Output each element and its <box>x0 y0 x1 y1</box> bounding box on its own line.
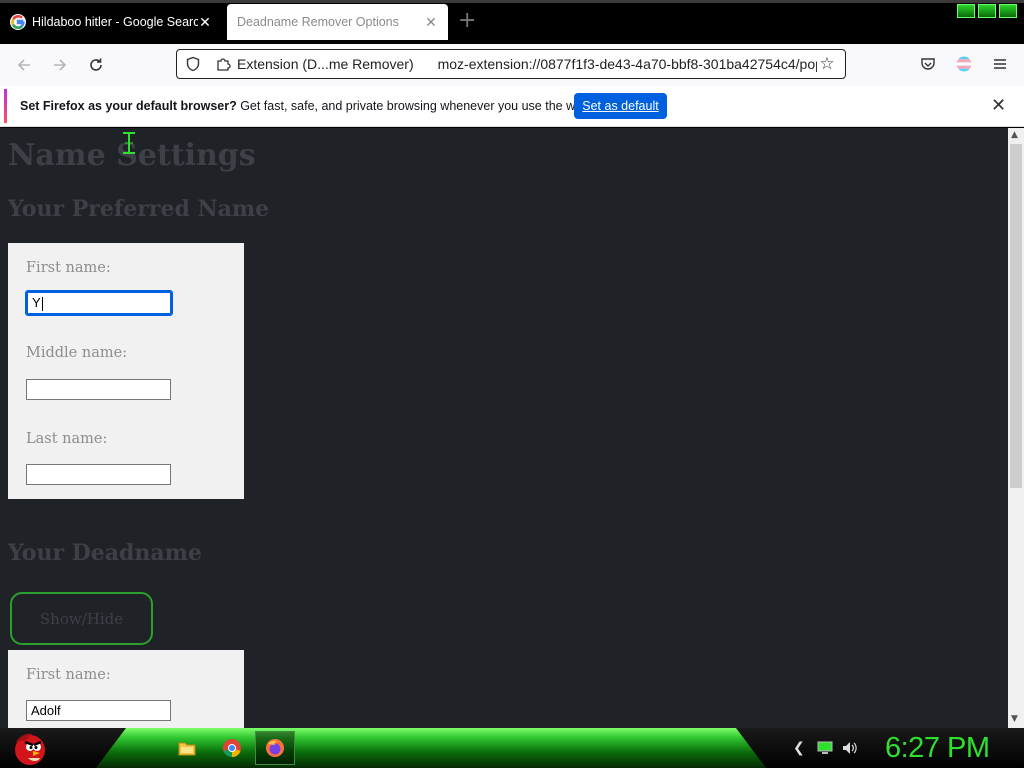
tab-google-search[interactable]: Hildaboo hitler - Google Search ✕ <box>0 4 222 40</box>
close-tab-icon[interactable]: ✕ <box>424 14 438 31</box>
forward-arrow-icon <box>54 59 67 71</box>
account-avatar-icon[interactable] <box>954 54 974 74</box>
page-scrollbar[interactable]: ▲ ▼ <box>1008 128 1024 728</box>
deadname-panel: First name: Adolf <box>8 650 244 728</box>
notification-bold-text: Set Firefox as your default browser? <box>20 99 237 113</box>
tracking-protection-shield-icon[interactable] <box>185 56 201 72</box>
preferred-last-name-label: Last name: <box>26 431 108 447</box>
back-arrow-icon <box>17 59 30 71</box>
show-hide-deadname-button[interactable]: Show/Hide <box>10 592 153 645</box>
preferred-first-name-value: Y <box>32 295 41 310</box>
taskbar-clock[interactable]: 6:27 PM <box>885 732 990 765</box>
preferred-middle-name-label: Middle name: <box>26 345 128 361</box>
text-cursor-icon <box>123 132 135 154</box>
preferred-middle-name-input[interactable] <box>26 379 171 400</box>
extension-identity-chip[interactable]: Extension (D...me Remover) <box>215 56 414 72</box>
tab-title: Hildaboo hitler - Google Search <box>32 15 198 29</box>
window-controls <box>957 4 1017 18</box>
scrollbar-thumb[interactable] <box>1010 144 1022 488</box>
extension-identity-label: Extension (D...me Remover) <box>237 56 414 72</box>
close-tab-icon[interactable]: ✕ <box>198 14 212 31</box>
preferred-name-panel: First name: Y Middle name: Last name: <box>8 243 244 499</box>
notification-message: Set Firefox as your default browser? Get… <box>20 99 592 113</box>
back-button[interactable] <box>13 54 35 76</box>
puzzle-piece-icon <box>217 58 231 71</box>
navigation-toolbar: Extension (D...me Remover) moz-extension… <box>0 44 1024 86</box>
hamburger-menu-icon[interactable] <box>990 54 1010 74</box>
reload-button[interactable] <box>85 54 107 76</box>
chrome-icon[interactable] <box>222 738 242 758</box>
preferred-name-heading: Your Preferred Name <box>8 196 270 222</box>
maximize-button[interactable] <box>978 4 996 18</box>
default-browser-notification: Set Firefox as your default browser? Get… <box>0 86 1024 127</box>
notification-accent <box>4 89 7 123</box>
network-monitor-icon[interactable] <box>817 741 833 755</box>
pocket-icon[interactable] <box>918 54 938 74</box>
deadname-first-name-label: First name: <box>26 667 111 683</box>
deadname-heading: Your Deadname <box>8 540 202 566</box>
volume-icon[interactable] <box>842 741 858 755</box>
tab-deadname-remover-options[interactable]: Deadname Remover Options ✕ <box>227 4 448 40</box>
text-caret <box>41 296 43 311</box>
tab-strip-border <box>0 0 1024 3</box>
preferred-first-name-input[interactable]: Y <box>25 290 173 316</box>
preferred-first-name-label: First name: <box>26 260 111 276</box>
scroll-down-arrow-icon[interactable]: ▼ <box>1011 714 1018 724</box>
preferred-last-name-input[interactable] <box>26 464 171 485</box>
page-content: Name Settings Your Preferred Name First … <box>0 128 1008 728</box>
start-button-angry-bird-icon[interactable] <box>8 728 48 768</box>
scroll-up-arrow-icon[interactable]: ▲ <box>1011 130 1018 140</box>
address-bar[interactable]: Extension (D...me Remover) moz-extension… <box>176 49 846 79</box>
tray-arrow-icon[interactable]: ❮ <box>793 740 805 756</box>
close-notification-icon[interactable]: ✕ <box>991 95 1006 115</box>
minimize-button[interactable] <box>957 4 975 18</box>
google-icon <box>10 14 26 30</box>
forward-button[interactable] <box>49 54 71 76</box>
notification-text: Get fast, safe, and private browsing whe… <box>236 99 593 113</box>
set-as-default-button[interactable]: Set as default <box>574 93 667 119</box>
taskbar: ❮ 6:27 PM <box>0 728 1024 768</box>
reload-icon <box>90 58 102 71</box>
firefox-icon[interactable] <box>265 738 285 758</box>
close-window-button[interactable] <box>999 4 1017 18</box>
url-text[interactable]: moz-extension://0877f1f3-de43-4a70-bbf8-… <box>438 56 817 72</box>
new-tab-button[interactable]: + <box>458 10 476 32</box>
file-explorer-folder-icon[interactable] <box>177 738 197 758</box>
bookmark-star-icon[interactable]: ☆ <box>817 54 837 74</box>
deadname-first-name-input[interactable]: Adolf <box>26 700 171 721</box>
tab-title: Deadname Remover Options <box>237 15 399 29</box>
tab-strip: Hildaboo hitler - Google Search ✕ Deadna… <box>0 0 1024 44</box>
